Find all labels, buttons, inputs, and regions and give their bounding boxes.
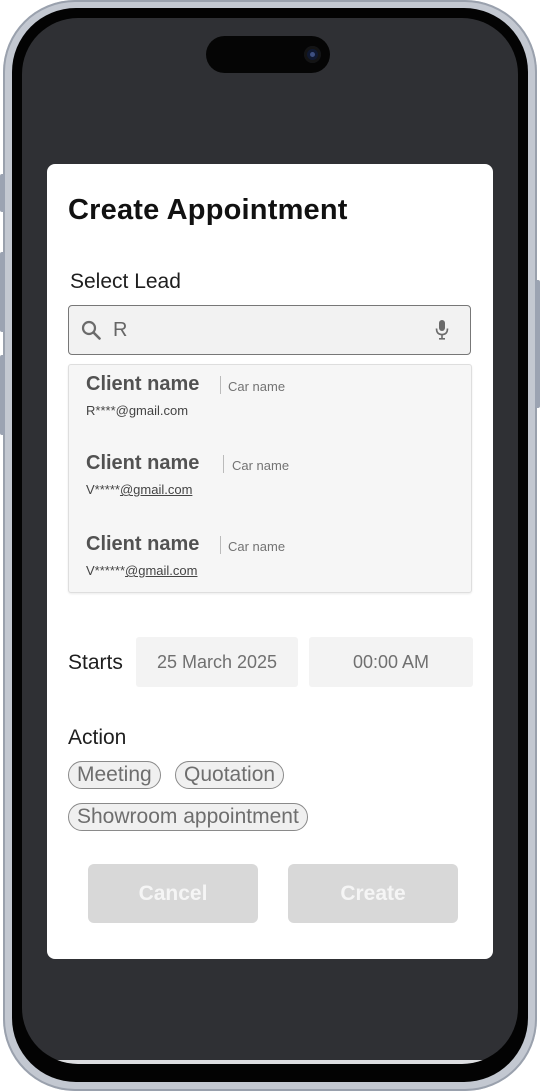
search-value: R [113,319,128,341]
client-name: Client name [86,452,200,474]
action-chip-quotation[interactable]: Quotation [175,761,285,789]
client-email: R****@gmail.com [86,403,189,418]
email-domain[interactable]: @gmail.com [120,482,192,497]
car-name: Car name [232,458,290,473]
cancel-button[interactable]: Cancel [88,864,258,923]
car-name: Car name [228,539,286,554]
start-date-field[interactable]: 25 March 2025 [136,637,298,687]
home-indicator [44,1060,496,1064]
dynamic-island [206,36,330,73]
microphone-icon[interactable] [434,319,450,341]
client-name: Client name [86,373,200,395]
email-prefix: V***** [86,482,120,497]
action-chip-showroom-appointment[interactable]: Showroom appointment [68,803,308,831]
email-prefix: V****** [86,563,126,578]
side-button-volume-down [0,355,5,435]
create-button[interactable]: Create [288,864,458,923]
starts-label: Starts [68,651,123,674]
side-button-power [535,280,540,408]
side-button-volume-up [0,252,5,332]
action-label: Action [68,726,127,749]
side-button-action [0,174,5,212]
client-name: Client name [86,533,200,555]
email-domain[interactable]: @gmail.com [125,563,197,578]
search-icon [81,320,101,340]
lead-search-input[interactable]: R [68,305,471,355]
lead-results-list: Client name Car name R****@gmail.com Cli… [68,364,472,593]
divider [223,455,224,473]
create-appointment-dialog: Create Appointment Select Lead R Client … [47,164,493,959]
screen: Create Appointment Select Lead R Client … [22,18,518,1064]
front-camera-icon [304,46,321,63]
client-email: V******@gmail.com [86,563,197,578]
car-name: Car name [228,379,286,394]
action-chip-meeting[interactable]: Meeting [68,761,161,789]
divider [220,376,221,394]
dialog-title: Create Appointment [68,194,348,226]
divider [220,536,221,554]
client-email: V*****@gmail.com [86,482,192,497]
start-time-field[interactable]: 00:00 AM [309,637,473,687]
select-lead-label: Select Lead [70,270,181,293]
